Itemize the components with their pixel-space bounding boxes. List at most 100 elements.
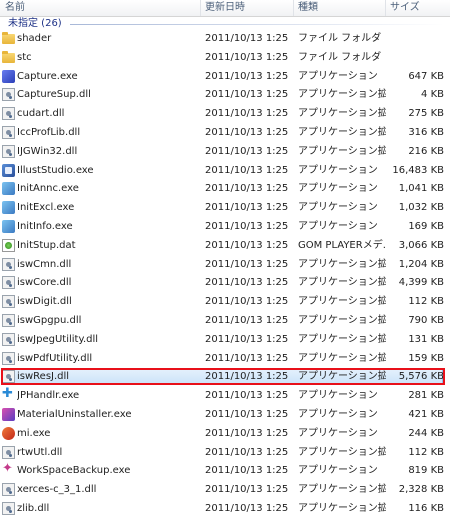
column-header-name[interactable]: 名前: [0, 0, 200, 16]
file-row[interactable]: IccProfLib.dll 2011/10/13 1:25 アプリケーション拡張 3…: [0, 124, 450, 143]
file-row[interactable]: InitStup.dat 2011/10/13 1:25 GOM PLAYERメデ.…: [0, 237, 450, 256]
file-name: JPHandlr.exe: [17, 390, 80, 402]
dll-icon: [2, 276, 15, 290]
file-modified-date: 2011/10/13 1:25: [205, 446, 289, 458]
dll-icon: [2, 107, 15, 121]
file-modified-date: 2011/10/13 1:25: [205, 202, 289, 214]
file-size: 819 KB: [408, 465, 444, 477]
file-row-selected[interactable]: iswResJ.dll 2011/10/13 1:25 アプリケーション拡張 5,57…: [0, 368, 450, 387]
file-name: IccProfLib.dll: [17, 126, 81, 138]
file-row[interactable]: iswDigit.dll 2011/10/13 1:25 アプリケーション拡張 112…: [0, 293, 450, 312]
file-row[interactable]: InitExcl.exe 2011/10/13 1:25 アプリケーション 1,032…: [0, 199, 450, 218]
file-row[interactable]: iswCore.dll 2011/10/13 1:25 アプリケーション拡張 4,39…: [0, 274, 450, 293]
dll-icon: [2, 313, 15, 327]
file-row[interactable]: IllustStudio.exe 2011/10/13 1:25 アプリケーション 1…: [0, 162, 450, 181]
file-row[interactable]: stc 2011/10/13 1:25 ファイル フォルダ: [0, 49, 450, 68]
file-type: アプリケーション: [298, 427, 378, 439]
file-size: 5,576 KB: [398, 371, 444, 383]
dll-icon: [2, 144, 15, 158]
file-name: iswResJ.dll: [17, 371, 70, 383]
file-type: アプリケーション: [298, 202, 378, 214]
file-size: [380, 30, 444, 48]
column-header-type[interactable]: 種類: [293, 0, 385, 16]
file-size: 159 KB: [408, 352, 444, 364]
file-row[interactable]: iswJpegUtility.dll 2011/10/13 1:25 アプリケーショ…: [0, 331, 450, 350]
dll-icon: [2, 370, 15, 384]
file-size: 1,032 KB: [398, 202, 444, 214]
file-name: iswDigit.dll: [17, 296, 72, 308]
file-type: アプリケーション拡張: [298, 258, 386, 270]
file-name: Capture.exe: [17, 70, 78, 82]
file-name: rtwUtl.dll: [17, 446, 63, 458]
file-row[interactable]: IJGWin32.dll 2011/10/13 1:25 アプリケーション拡張 216…: [0, 143, 450, 162]
file-size: 116 KB: [408, 502, 444, 514]
file-type: アプリケーション: [298, 408, 378, 420]
file-size: 131 KB: [408, 333, 444, 345]
file-modified-date: 2011/10/13 1:25: [205, 126, 289, 138]
file-row[interactable]: Capture.exe 2011/10/13 1:25 アプリケーション 647 KB: [0, 68, 450, 87]
file-name: iswCore.dll: [17, 277, 72, 289]
file-type: GOM PLAYERメデ...: [298, 239, 386, 251]
file-name: InitAnnc.exe: [17, 183, 79, 195]
file-row[interactable]: rtwUtl.dll 2011/10/13 1:25 アプリケーション拡張 112 K…: [0, 444, 450, 463]
file-modified-date: 2011/10/13 1:25: [205, 220, 289, 232]
file-row[interactable]: InitInfo.exe 2011/10/13 1:25 アプリケーション 169 K…: [0, 218, 450, 237]
file-row[interactable]: InitAnnc.exe 2011/10/13 1:25 アプリケーション 1,041…: [0, 180, 450, 199]
file-size: 647 KB: [408, 70, 444, 82]
file-type: アプリケーション拡張: [298, 352, 386, 364]
file-size: 1,204 KB: [398, 258, 444, 270]
file-row[interactable]: shader 2011/10/13 1:25 ファイル フォルダ: [0, 30, 450, 49]
file-type: アプリケーション拡張: [298, 126, 386, 138]
file-row[interactable]: CaptureSup.dll 2011/10/13 1:25 アプリケーション拡張 4…: [0, 86, 450, 105]
file-type: アプリケーション拡張: [298, 89, 386, 101]
file-modified-date: 2011/10/13 1:25: [205, 183, 289, 195]
file-row[interactable]: WorkSpaceBackup.exe 2011/10/13 1:25 アプリケーシ…: [0, 461, 450, 481]
file-type: アプリケーション拡張: [298, 502, 386, 514]
file-row[interactable]: MaterialUninstaller.exe 2011/10/13 1:25 アプ…: [0, 406, 450, 425]
dll-icon: [2, 351, 15, 365]
file-modified-date: 2011/10/13 1:25: [205, 239, 289, 251]
dll-icon: [2, 445, 15, 459]
file-size: 316 KB: [408, 126, 444, 138]
column-header-date[interactable]: 更新日時: [200, 0, 293, 16]
file-name: MaterialUninstaller.exe: [17, 408, 132, 420]
file-name: xerces-c_3_1.dll: [17, 484, 97, 496]
file-type: アプリケーション: [298, 465, 378, 477]
file-modified-date: 2011/10/13 1:25: [205, 70, 289, 82]
file-row[interactable]: JPHandlr.exe 2011/10/13 1:25 アプリケーション 281 K…: [0, 386, 450, 406]
file-size: 421 KB: [408, 408, 444, 420]
file-row[interactable]: cudart.dll 2011/10/13 1:25 アプリケーション拡張 275 K…: [0, 105, 450, 124]
file-size: 1,041 KB: [398, 183, 444, 195]
file-row[interactable]: iswPdfUtility.dll 2011/10/13 1:25 アプリケーション…: [0, 350, 450, 369]
file-type: ファイル フォルダ: [298, 33, 382, 44]
file-size: 275 KB: [408, 108, 444, 120]
dll-icon: [2, 257, 15, 271]
file-size: 216 KB: [408, 145, 444, 157]
file-modified-date: 2011/10/13 1:25: [205, 427, 289, 439]
file-modified-date: 2011/10/13 1:25: [205, 164, 289, 176]
file-size: 790 KB: [408, 314, 444, 326]
file-type: アプリケーション拡張: [298, 371, 386, 383]
file-size: 16,483 KB: [392, 164, 444, 176]
column-header-size[interactable]: サイズ: [385, 0, 450, 16]
file-size: 2,328 KB: [398, 484, 444, 496]
illuststudio-exe-icon: [2, 163, 15, 177]
file-type: アプリケーション拡張: [298, 314, 386, 326]
file-row[interactable]: iswCmn.dll 2011/10/13 1:25 アプリケーション拡張 1,204…: [0, 256, 450, 275]
file-row[interactable]: zlib.dll 2011/10/13 1:25 アプリケーション拡張 116 KB: [0, 500, 450, 519]
file-row[interactable]: iswGpgpu.dll 2011/10/13 1:25 アプリケーション拡張 790…: [0, 312, 450, 331]
uninstaller-exe-icon: [2, 407, 15, 421]
file-size: 4,399 KB: [398, 277, 444, 289]
file-name: IJGWin32.dll: [17, 145, 78, 157]
file-modified-date: 2011/10/13 1:25: [205, 371, 289, 383]
file-row[interactable]: mi.exe 2011/10/13 1:25 アプリケーション 244 KB: [0, 425, 450, 444]
file-name: cudart.dll: [17, 108, 65, 120]
file-modified-date: 2011/10/13 1:25: [205, 408, 289, 420]
group-header[interactable]: 未指定 (26): [0, 17, 450, 30]
backup-exe-icon: [2, 461, 15, 477]
file-row[interactable]: xerces-c_3_1.dll 2011/10/13 1:25 アプリケーション拡…: [0, 481, 450, 500]
jphandlr-exe-icon: [2, 386, 15, 402]
file-name: InitExcl.exe: [17, 202, 75, 214]
folder-icon: [2, 50, 15, 63]
file-modified-date: 2011/10/13 1:25: [205, 89, 289, 101]
